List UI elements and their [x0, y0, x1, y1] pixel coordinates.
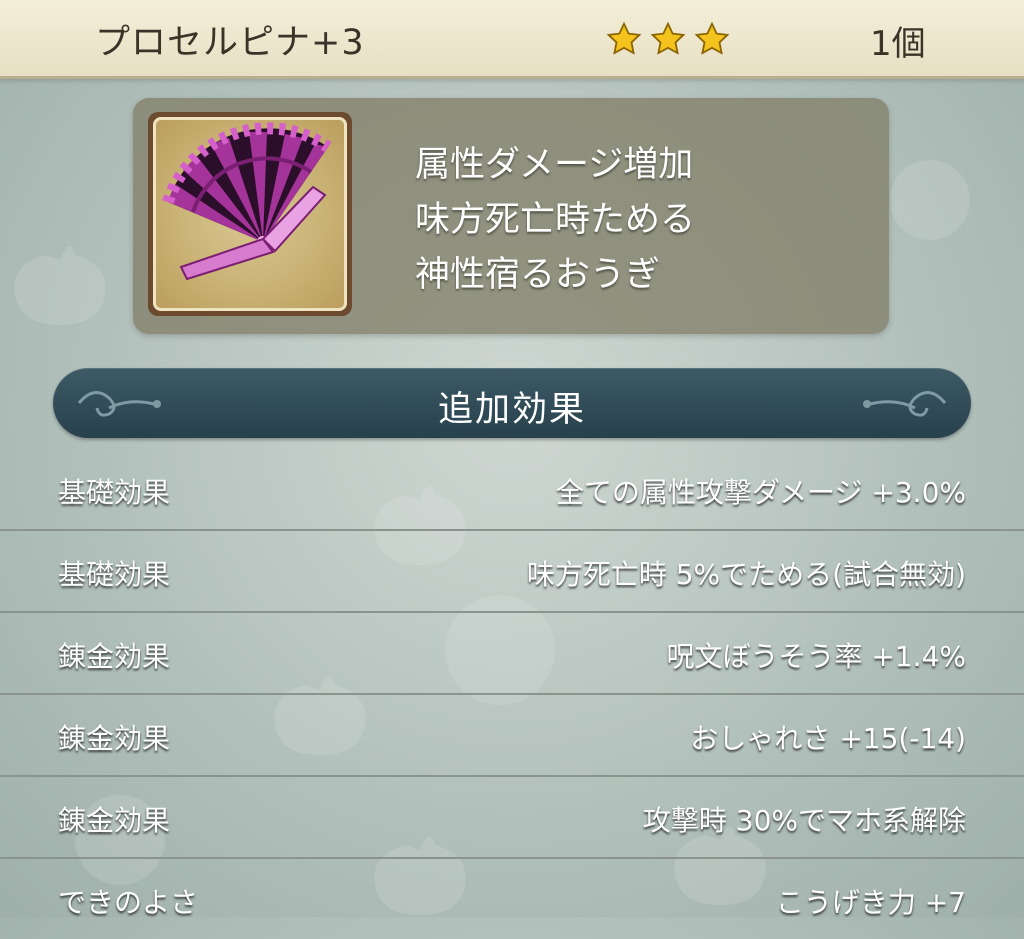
- effect-row: できのよさ こうげき力 +7: [0, 859, 1024, 939]
- effect-row: 錬金効果 攻撃時 30%でマホ系解除: [0, 777, 1024, 859]
- effect-type: 基礎効果: [58, 476, 171, 509]
- star-icon: [694, 21, 730, 55]
- effect-value: こうげき力 +7: [775, 886, 966, 919]
- description-line: 味方死亡時ためる: [415, 200, 696, 240]
- effect-type: 基礎効果: [58, 558, 171, 591]
- effects-list: 基礎効果 全ての属性攻撃ダメージ +3.0% 基礎効果 味方死亡時 5%でためる…: [0, 449, 1024, 939]
- star-icon: [650, 21, 686, 55]
- item-info-panel: 属性ダメージ増加 味方死亡時ためる 神性宿るおうぎ: [133, 98, 889, 334]
- description-line: 属性ダメージ増加: [415, 145, 694, 185]
- flourish-ornament-icon: [863, 391, 947, 417]
- effect-row: 基礎効果 全ての属性攻撃ダメージ +3.0%: [0, 449, 1024, 531]
- effect-value: 呪文ぼうそう率 +1.4%: [666, 640, 967, 673]
- item-description: 属性ダメージ増加 味方死亡時ためる 神性宿るおうぎ: [415, 138, 695, 303]
- item-name: プロセルピナ+3: [95, 23, 365, 63]
- section-title: 追加効果: [437, 390, 586, 430]
- effect-row: 錬金効果 呪文ぼうそう率 +1.4%: [0, 613, 1024, 695]
- effect-value: 攻撃時 30%でマホ系解除: [642, 804, 966, 837]
- description-line: 神性宿るおうぎ: [415, 255, 661, 295]
- item-quantity: 1個: [870, 24, 926, 64]
- purple-fan-icon: [162, 122, 332, 281]
- effect-row: 錬金効果 おしゃれさ +15(-14): [0, 695, 1024, 777]
- item-header: プロセルピナ+3 1個: [0, 0, 1024, 79]
- additional-effects-header: 追加効果: [53, 368, 971, 438]
- effect-type: 錬金効果: [58, 640, 171, 673]
- rarity-stars: [606, 21, 730, 57]
- effect-value: おしゃれさ +15(-14): [690, 722, 966, 755]
- effect-type: できのよさ: [58, 886, 199, 919]
- effect-type: 錬金効果: [58, 722, 171, 755]
- effect-value: 全ての属性攻撃ダメージ +3.0%: [555, 476, 966, 509]
- effect-type: 錬金効果: [58, 804, 171, 837]
- effect-value: 味方死亡時 5%でためる(試合無効): [526, 558, 966, 591]
- effect-row: 基礎効果 味方死亡時 5%でためる(試合無効): [0, 531, 1024, 613]
- star-icon: [606, 21, 642, 55]
- item-icon-frame: [148, 112, 352, 316]
